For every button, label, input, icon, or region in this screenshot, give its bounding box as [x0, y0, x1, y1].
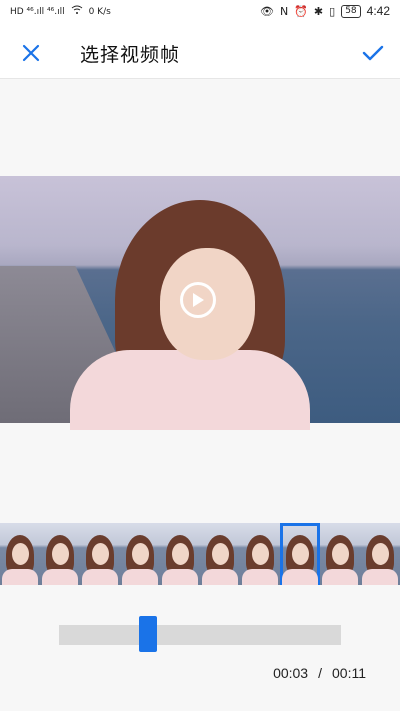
frame-thumbnail[interactable]: [360, 523, 400, 585]
frame-thumbnail[interactable]: [320, 523, 360, 585]
confirm-button[interactable]: [360, 40, 386, 66]
alarm-icon: ⏰: [294, 4, 308, 18]
wifi-icon: [71, 5, 83, 18]
frame-thumbnail[interactable]: [40, 523, 80, 585]
frame-thumbnail[interactable]: [200, 523, 240, 585]
frame-slider-track[interactable]: [59, 625, 341, 645]
status-right: 👁 N ⏰ ✱ ▯ 58 4:42: [260, 4, 390, 18]
vibrate-icon: ▯: [329, 4, 336, 18]
net-speed: 0 K/s: [88, 6, 111, 17]
nfc-icon: N: [279, 4, 289, 18]
eye-icon: 👁: [260, 4, 274, 18]
close-button[interactable]: [18, 40, 44, 66]
total-time: 00:11: [332, 665, 366, 681]
play-icon: [193, 293, 204, 307]
battery-badge: 58: [341, 4, 361, 18]
bluetooth-icon: ✱: [313, 4, 324, 18]
frame-thumbnail[interactable]: [80, 523, 120, 585]
video-person-shirt: [70, 350, 310, 430]
close-icon: [22, 44, 40, 62]
frame-slider-thumb[interactable]: [139, 616, 157, 652]
signal-text: HD ⁴⁶.ıll ⁴⁶.ıll: [10, 6, 65, 17]
current-time: 00:03: [273, 665, 309, 681]
play-button[interactable]: [180, 282, 216, 318]
frame-thumbnail-selected[interactable]: [280, 523, 320, 585]
status-left: HD ⁴⁶.ıll ⁴⁶.ıll 0 K/s: [10, 5, 111, 18]
page-title: 选择视频帧: [80, 44, 181, 66]
frame-thumbnail[interactable]: [120, 523, 160, 585]
playback-time: 00:03 / 00:11: [273, 665, 366, 681]
frame-thumbnail[interactable]: [0, 523, 40, 585]
status-bar: HD ⁴⁶.ıll ⁴⁶.ıll 0 K/s 👁 N ⏰ ✱ ▯ 58 4:42: [0, 0, 400, 26]
clock: 4:42: [366, 4, 390, 18]
time-separator: /: [318, 665, 322, 681]
frame-thumbnail[interactable]: [240, 523, 280, 585]
frame-thumbnail[interactable]: [160, 523, 200, 585]
frame-strip[interactable]: [0, 523, 400, 585]
top-bar: 选择视频帧: [0, 26, 400, 79]
check-icon: [362, 45, 384, 61]
